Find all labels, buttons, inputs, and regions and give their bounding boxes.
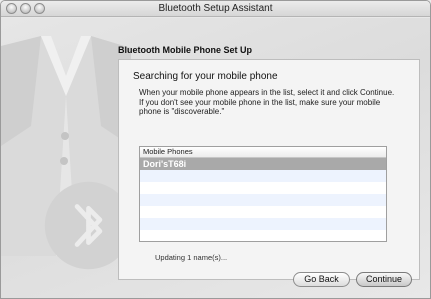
list-column-header[interactable]: Mobile Phones — [140, 147, 386, 158]
list-item — [140, 206, 386, 218]
go-back-button[interactable]: Go Back — [293, 272, 350, 287]
list-item[interactable]: Dori'sT68i — [140, 158, 386, 170]
list-item — [140, 230, 386, 241]
page-title: Bluetooth Mobile Phone Set Up — [118, 45, 252, 55]
title-bar: Bluetooth Setup Assistant — [1, 1, 430, 17]
instructions-text: When your mobile phone appears in the li… — [139, 88, 395, 116]
setup-assistant-window: Bluetooth Setup Assistant Bluetooth Mobi… — [0, 0, 431, 299]
list-item — [140, 218, 386, 230]
search-panel: Searching for your mobile phone When you… — [118, 59, 420, 280]
list-item — [140, 170, 386, 182]
list-item — [140, 194, 386, 206]
panel-title: Searching for your mobile phone — [133, 71, 278, 82]
window-title: Bluetooth Setup Assistant — [158, 3, 273, 14]
assistant-content: Bluetooth Mobile Phone Set Up Searching … — [1, 18, 430, 298]
list-item — [140, 182, 386, 194]
continue-button[interactable]: Continue — [356, 272, 412, 287]
mobile-phones-list[interactable]: Mobile Phones Dori'sT68i — [139, 146, 387, 242]
status-text: Updating 1 name(s)... — [155, 253, 228, 262]
